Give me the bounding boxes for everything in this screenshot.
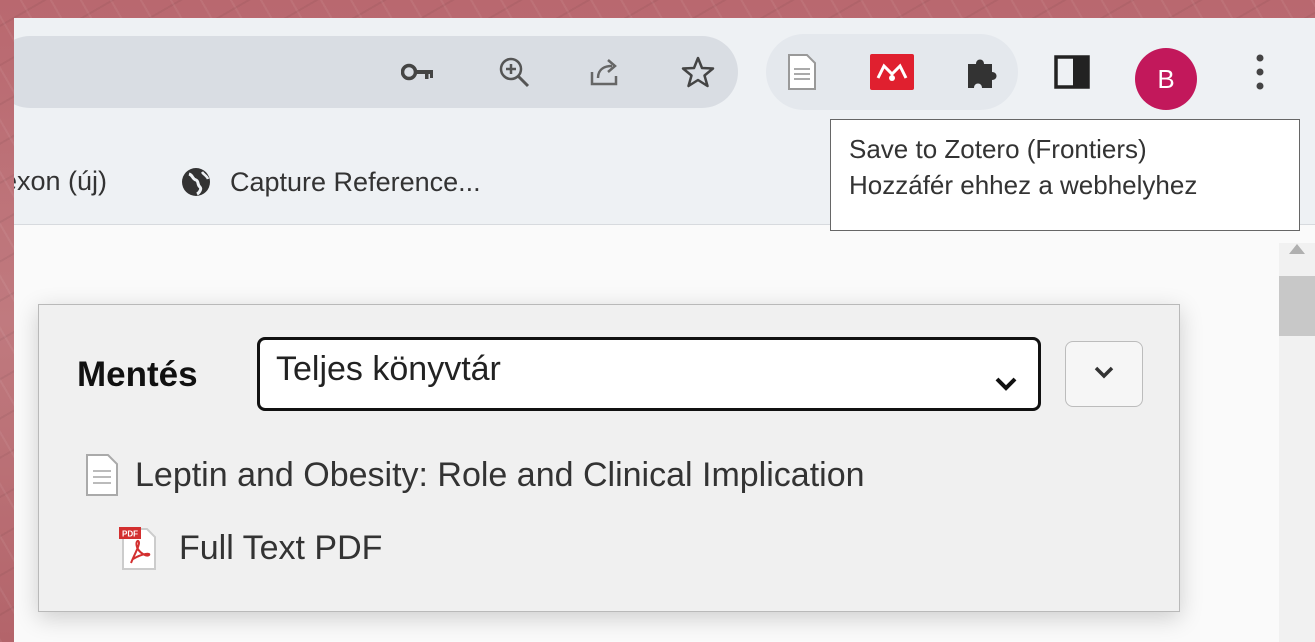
save-label: Mentés: [77, 355, 198, 394]
puzzle-icon[interactable]: [960, 48, 1004, 96]
attachment-row: PDF Full Text PDF: [119, 525, 382, 571]
expand-collections-button[interactable]: [1065, 341, 1143, 407]
document-icon[interactable]: [780, 48, 824, 96]
zoom-icon[interactable]: [496, 54, 532, 90]
browser-window: B exon (új) Capture Reference... Mentés …: [14, 18, 1315, 642]
avatar-letter: B: [1157, 63, 1175, 94]
extension-tooltip: Save to Zotero (Frontiers) Hozzáfér ehhe…: [830, 119, 1300, 231]
tooltip-line-1: Save to Zotero (Frontiers): [849, 134, 1147, 164]
globe-icon: [180, 166, 212, 198]
star-icon[interactable]: [680, 54, 716, 90]
pdf-icon: PDF: [119, 525, 157, 571]
chevron-down-icon: [1093, 365, 1115, 384]
pdf-badge-text: PDF: [122, 530, 138, 539]
mendeley-icon[interactable]: [870, 48, 914, 96]
bookmark-capture-reference[interactable]: Capture Reference...: [180, 166, 481, 198]
save-item-row: Leptin and Obesity: Role and Clinical Im…: [85, 453, 865, 497]
address-bar[interactable]: [14, 36, 738, 108]
library-select[interactable]: Teljes könyvtár: [257, 337, 1041, 411]
more-vert-icon[interactable]: [1238, 48, 1282, 96]
bookmark-label: Capture Reference...: [230, 166, 481, 197]
chevron-down-icon: [994, 362, 1018, 401]
side-panel-icon[interactable]: [1050, 48, 1094, 96]
scroll-up-arrow-icon[interactable]: [1289, 244, 1305, 254]
share-icon[interactable]: [586, 54, 622, 90]
scrollbar-thumb[interactable]: [1279, 276, 1315, 336]
zotero-save-popup: Mentés Teljes könyvtár Leptin and Obesit…: [38, 304, 1180, 612]
tooltip-line-2: Hozzáfér ehhez a webhelyhez: [849, 169, 1198, 200]
attachment-title: Full Text PDF: [179, 528, 383, 567]
document-icon: [85, 453, 119, 497]
profile-avatar[interactable]: B: [1135, 48, 1197, 110]
item-title: Leptin and Obesity: Role and Clinical Im…: [135, 455, 865, 494]
bookmark-item[interactable]: exon (új): [14, 166, 107, 197]
key-icon[interactable]: [400, 54, 436, 90]
library-select-value: Teljes könyvtár: [276, 350, 501, 388]
